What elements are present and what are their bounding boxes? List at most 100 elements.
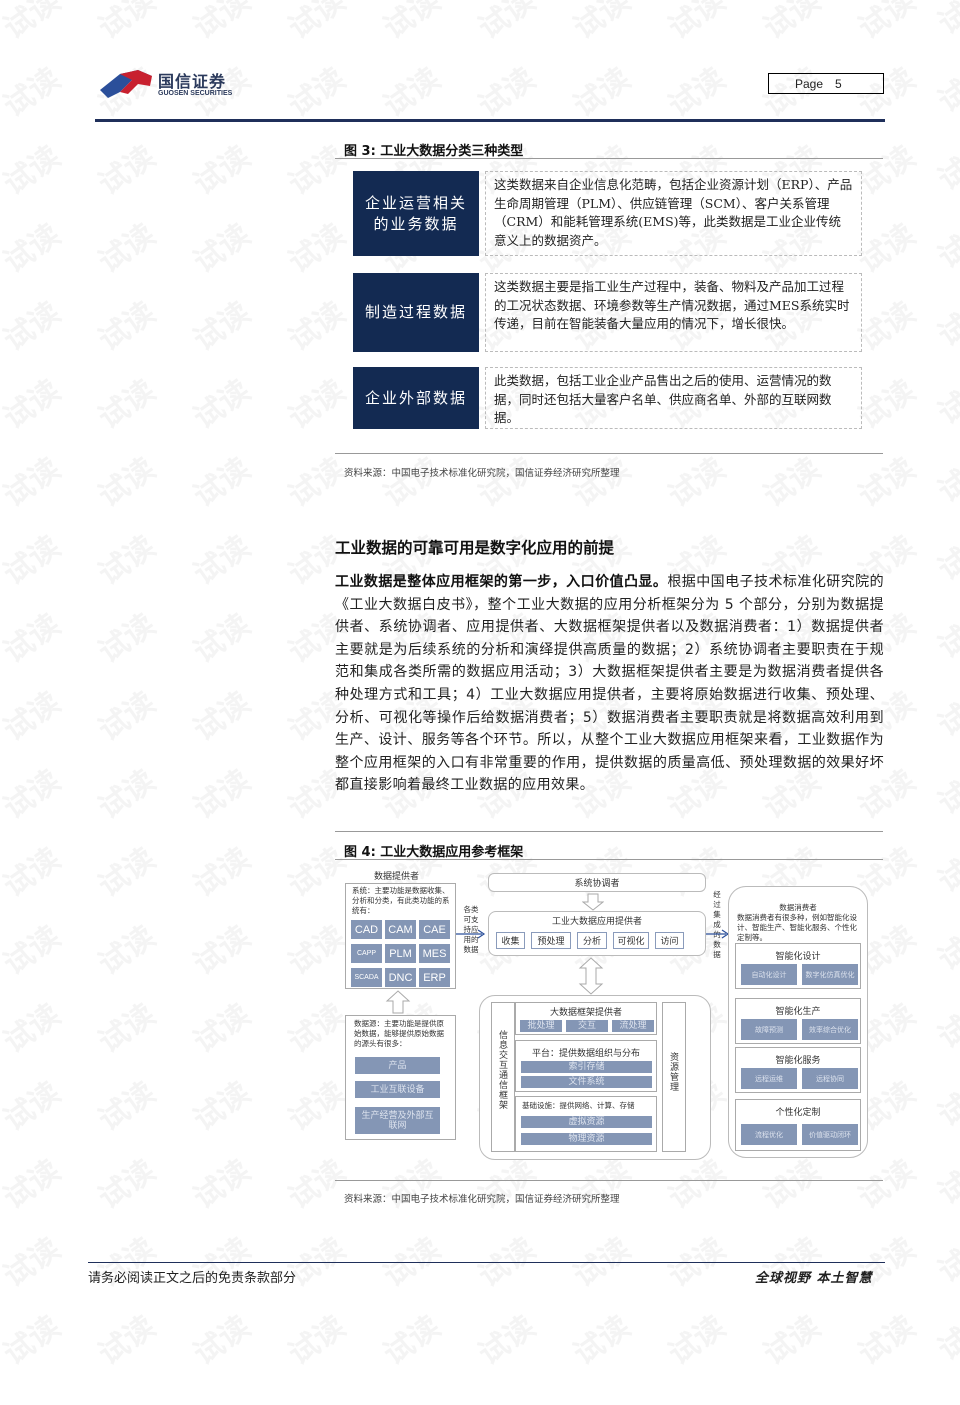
page-label: Page [795, 77, 824, 91]
watermark-text: 试读 [567, 1231, 637, 1295]
watermark-text: 试读 [282, 1075, 352, 1139]
watermark-text: 试读 [92, 919, 162, 983]
app-step: 分析 [577, 932, 607, 949]
watermark-text: 试读 [932, 463, 960, 546]
watermark-text: 试读 [0, 1231, 67, 1295]
watermark-text: 试读 [932, 1165, 960, 1248]
processing-chip: 批处理 [520, 1020, 562, 1032]
watermark-text: 试读 [187, 295, 257, 359]
figure3-description-1: 这类数据来自企业信息化范畴，包括企业资源计划（ERP）、产品生命周期管理（PLM… [485, 171, 862, 256]
watermark-text: 试读 [0, 295, 67, 359]
watermark-text: 试读 [852, 1153, 922, 1217]
category-line: 企业外部数据 [364, 388, 467, 407]
watermark-text: 试读 [932, 775, 960, 858]
consumer-item-chip: 流程优化 [741, 1124, 797, 1145]
watermark-text: 试读 [377, 1231, 447, 1295]
watermark-text: 试读 [932, 229, 960, 312]
watermark-text: 试读 [92, 373, 162, 437]
watermark-text: 试读 [282, 997, 352, 1061]
consumer-group-title: 智能化生产 [775, 1007, 821, 1017]
app-provider-title: 工业大数据应用提供者 [551, 917, 642, 927]
watermark-text: 试读 [92, 1153, 162, 1217]
source-chip: 工业互联设备 [355, 1081, 440, 1098]
framework-provider-title: 大数据框架提供者 [549, 1008, 622, 1018]
watermark-text: 试读 [932, 307, 960, 390]
watermark-text: 试读 [92, 217, 162, 281]
watermark-text: 试读 [187, 607, 257, 671]
data-provider-title: 数据提供者 [373, 872, 419, 882]
watermark-text: 试读 [92, 295, 162, 359]
source-chip: 生产经营及外部互联网 [355, 1107, 440, 1134]
consumer-description: 数据消费者有很多种，例如智能化设计、智能生产、智能化服务、个性化定制等。 [737, 913, 857, 942]
watermark-text: 试读 [92, 451, 162, 515]
watermark-text: 试读 [377, 1153, 447, 1217]
system-chip: CAE [419, 920, 450, 939]
page-number: 5 [835, 77, 842, 91]
watermark-text: 试读 [932, 931, 960, 1014]
watermark-text: 试读 [932, 619, 960, 702]
system-chip: MES [419, 944, 450, 963]
watermark-text: 试读 [92, 841, 162, 905]
resource-management-label: 资源管理 [668, 1052, 678, 1092]
watermark-text: 试读 [567, 61, 637, 125]
watermark-text: 试读 [92, 997, 162, 1061]
watermark-text: 试读 [187, 841, 257, 905]
system-coordinator-box: 系统协调者 [488, 873, 706, 892]
figure3-category-3: 企业外部数据 [353, 367, 479, 429]
watermark-text: 试读 [377, 451, 447, 515]
watermark-text: 试读 [92, 1309, 162, 1373]
down-arrow-icon [582, 893, 604, 911]
figure3-bottom-rule [335, 453, 883, 454]
section-paragraph: 工业数据是整体应用框架的第一步，入口价值凸显。根据中国电子技术标准化研究院的《工… [335, 571, 884, 797]
watermark-text: 试读 [377, 0, 447, 47]
watermark-text: 试读 [187, 997, 257, 1061]
watermark-text: 试读 [282, 217, 352, 281]
watermark-text: 试读 [932, 1321, 960, 1404]
watermark-text: 试读 [0, 0, 67, 47]
system-chip: CAD [351, 920, 382, 939]
consumer-item-chip: 远程协同 [802, 1068, 858, 1089]
watermark-text: 试读 [932, 151, 960, 234]
watermark-text: 试读 [567, 0, 637, 47]
watermark-text: 试读 [282, 1153, 352, 1217]
watermark-text: 试读 [0, 217, 67, 281]
watermark-text: 试读 [282, 61, 352, 125]
watermark-text: 试读 [282, 373, 352, 437]
app-step: 可视化 [613, 932, 649, 949]
watermark-text: 试读 [567, 1309, 637, 1373]
figure4-top-rule [335, 831, 883, 832]
watermark-text: 试读 [92, 1075, 162, 1139]
figure3-category-1: 企业运营相关 的业务数据 [353, 171, 479, 256]
figure4-source: 资料来源：中国电子技术标准化研究院，国信证券经济研究所整理 [344, 1194, 620, 1205]
system-chip: PLM [385, 944, 416, 963]
watermark-text: 试读 [282, 1309, 352, 1373]
watermark-text: 试读 [187, 373, 257, 437]
watermark-text: 试读 [377, 61, 447, 125]
watermark-text: 试读 [187, 1075, 257, 1139]
watermark-text: 试读 [0, 1153, 67, 1217]
watermark-text: 试读 [187, 451, 257, 515]
double-arrow-icon [578, 957, 604, 995]
figure4-rule [335, 859, 883, 860]
watermark-text: 试读 [187, 1309, 257, 1373]
info-comm-framework-label: 信息交互通信框架 [497, 1030, 507, 1110]
infra-chip: 虚拟资源 [521, 1116, 652, 1128]
paragraph-lead: 工业数据是整体应用框架的第一步，入口价值凸显。 [335, 574, 668, 590]
watermark-text: 试读 [0, 841, 67, 905]
watermark-text: 试读 [187, 0, 257, 47]
right-arrow-label: 经过集成的数据 [713, 890, 721, 959]
watermark-text: 试读 [932, 1087, 960, 1170]
watermark-text: 试读 [0, 997, 67, 1061]
consumer-group-title: 智能化设计 [775, 952, 821, 962]
watermark-text: 试读 [0, 919, 67, 983]
right-arrow-icon [456, 929, 486, 939]
watermark-text: 试读 [92, 139, 162, 203]
app-step: 收集 [496, 932, 525, 949]
watermark-text: 试读 [0, 607, 67, 671]
watermark-text: 试读 [187, 685, 257, 749]
logo-mark-icon [100, 70, 152, 98]
watermark-text: 试读 [852, 0, 922, 47]
watermark-text: 试读 [472, 1309, 542, 1373]
right-arrow-icon [706, 929, 730, 939]
watermark-text: 试读 [932, 385, 960, 468]
